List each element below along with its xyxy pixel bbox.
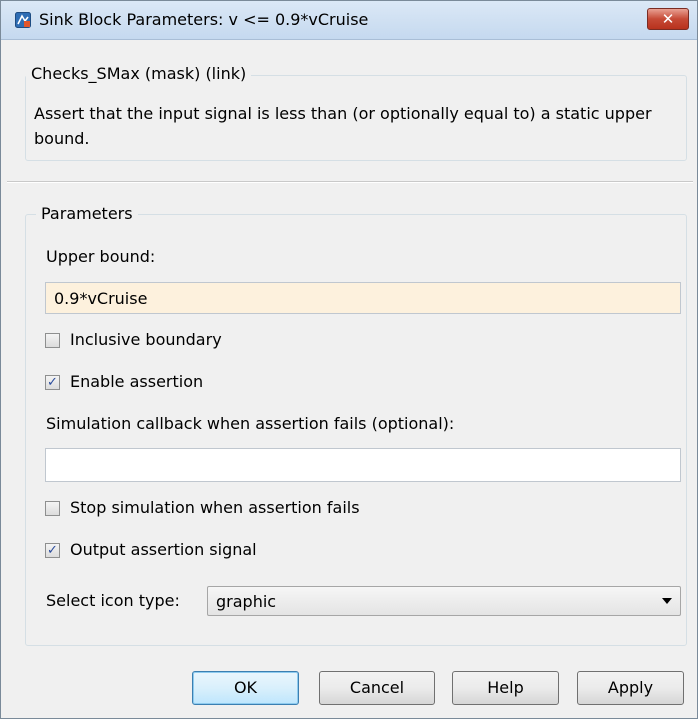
apply-button[interactable]: Apply — [577, 671, 684, 705]
stop-simulation-label: Stop simulation when assertion fails — [70, 498, 360, 517]
checkmark-icon: ✓ — [47, 543, 58, 558]
chevron-down-icon — [662, 598, 672, 604]
icon-type-select[interactable]: graphic — [207, 586, 681, 616]
separator — [7, 181, 693, 183]
description-legend: Checks_SMax (mask) (link) — [26, 64, 252, 83]
close-button[interactable]: ✕ — [647, 8, 689, 30]
icon-type-label: Select icon type: — [46, 591, 180, 610]
help-button[interactable]: Help — [452, 671, 559, 705]
title-bar[interactable]: Sink Block Parameters: v <= 0.9*vCruise … — [1, 1, 697, 40]
ok-button[interactable]: OK — [192, 671, 299, 705]
icon-type-value: graphic — [216, 592, 277, 611]
output-signal-label: Output assertion signal — [70, 540, 257, 559]
upper-bound-label: Upper bound: — [46, 247, 156, 266]
window-title: Sink Block Parameters: v <= 0.9*vCruise — [39, 10, 369, 29]
upper-bound-input[interactable] — [45, 282, 681, 314]
inclusive-boundary-label: Inclusive boundary — [70, 330, 222, 349]
checkmark-icon: ✓ — [47, 375, 58, 390]
parameters-legend: Parameters — [36, 204, 138, 223]
stop-simulation-checkbox[interactable] — [45, 501, 60, 516]
cancel-button[interactable]: Cancel — [319, 671, 435, 705]
block-parameters-dialog: Sink Block Parameters: v <= 0.9*vCruise … — [0, 0, 698, 719]
description-text: Assert that the input signal is less tha… — [34, 104, 652, 148]
close-icon: ✕ — [661, 10, 675, 28]
enable-assertion-checkbox[interactable]: ✓ — [45, 375, 60, 390]
enable-assertion-label: Enable assertion — [70, 372, 204, 391]
inclusive-boundary-checkbox[interactable] — [45, 333, 60, 348]
simulink-icon — [15, 12, 31, 28]
output-signal-checkbox[interactable]: ✓ — [45, 543, 60, 558]
callback-input[interactable] — [45, 448, 681, 482]
callback-label: Simulation callback when assertion fails… — [46, 414, 455, 433]
